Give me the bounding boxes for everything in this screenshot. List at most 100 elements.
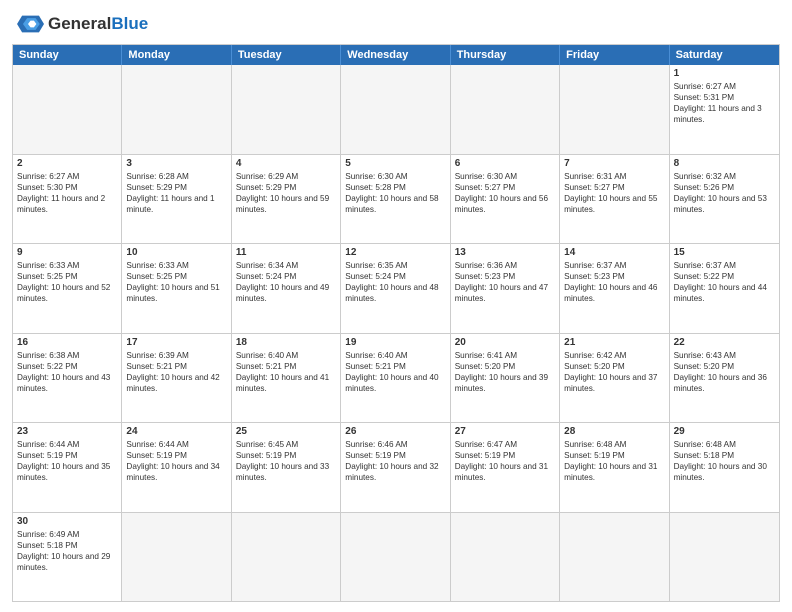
calendar-cell bbox=[341, 65, 450, 154]
header-day-saturday: Saturday bbox=[670, 45, 779, 65]
calendar-cell: 23 Sunrise: 6:44 AM Sunset: 5:19 PM Dayli… bbox=[13, 423, 122, 512]
logo-text: GeneralBlue bbox=[48, 15, 148, 34]
day-info: Sunrise: 6:35 AM Sunset: 5:24 PM Dayligh… bbox=[345, 260, 445, 304]
calendar-row-4: 23 Sunrise: 6:44 AM Sunset: 5:19 PM Dayli… bbox=[13, 423, 779, 513]
header-day-thursday: Thursday bbox=[451, 45, 560, 65]
day-number: 27 bbox=[455, 426, 555, 437]
day-number: 18 bbox=[236, 337, 336, 348]
calendar-row-0: 1Sunrise: 6:27 AM Sunset: 5:31 PM Daylig… bbox=[13, 65, 779, 155]
header-day-monday: Monday bbox=[122, 45, 231, 65]
day-number: 24 bbox=[126, 426, 226, 437]
day-info: Sunrise: 6:48 AM Sunset: 5:18 PM Dayligh… bbox=[674, 439, 775, 483]
calendar-cell: 19 Sunrise: 6:40 AM Sunset: 5:21 PM Dayli… bbox=[341, 334, 450, 423]
day-info: Sunrise: 6:40 AM Sunset: 5:21 PM Dayligh… bbox=[345, 350, 445, 394]
header: GeneralBlue bbox=[12, 10, 780, 38]
day-number: 2 bbox=[17, 158, 117, 169]
calendar-cell: 14Sunrise: 6:37 AM Sunset: 5:23 PM Dayli… bbox=[560, 244, 669, 333]
calendar-header: SundayMondayTuesdayWednesdayThursdayFrid… bbox=[13, 45, 779, 65]
calendar-cell: 1Sunrise: 6:27 AM Sunset: 5:31 PM Daylig… bbox=[670, 65, 779, 154]
calendar-cell: 10 Sunrise: 6:33 AM Sunset: 5:25 PM Dayli… bbox=[122, 244, 231, 333]
calendar-cell: 16Sunrise: 6:38 AM Sunset: 5:22 PM Dayli… bbox=[13, 334, 122, 423]
day-number: 28 bbox=[564, 426, 664, 437]
day-number: 17 bbox=[126, 337, 226, 348]
day-number: 11 bbox=[236, 247, 336, 258]
day-info: Sunrise: 6:36 AM Sunset: 5:23 PM Dayligh… bbox=[455, 260, 555, 304]
day-number: 5 bbox=[345, 158, 445, 169]
day-number: 15 bbox=[674, 247, 775, 258]
calendar-cell bbox=[451, 65, 560, 154]
calendar-cell: 18 Sunrise: 6:40 AM Sunset: 5:21 PM Dayli… bbox=[232, 334, 341, 423]
calendar-cell: 15 Sunrise: 6:37 AM Sunset: 5:22 PM Dayli… bbox=[670, 244, 779, 333]
day-number: 23 bbox=[17, 426, 117, 437]
calendar-row-2: 9Sunrise: 6:33 AM Sunset: 5:25 PM Daylig… bbox=[13, 244, 779, 334]
calendar-cell bbox=[122, 513, 231, 602]
day-number: 7 bbox=[564, 158, 664, 169]
calendar-cell: 7 Sunrise: 6:31 AM Sunset: 5:27 PM Daylig… bbox=[560, 155, 669, 244]
day-number: 21 bbox=[564, 337, 664, 348]
day-info: Sunrise: 6:44 AM Sunset: 5:19 PM Dayligh… bbox=[17, 439, 117, 483]
day-info: Sunrise: 6:30 AM Sunset: 5:27 PM Dayligh… bbox=[455, 171, 555, 215]
calendar: SundayMondayTuesdayWednesdayThursdayFrid… bbox=[12, 44, 780, 602]
day-info: Sunrise: 6:28 AM Sunset: 5:29 PM Dayligh… bbox=[126, 171, 226, 215]
day-info: Sunrise: 6:45 AM Sunset: 5:19 PM Dayligh… bbox=[236, 439, 336, 483]
day-number: 4 bbox=[236, 158, 336, 169]
header-day-wednesday: Wednesday bbox=[341, 45, 450, 65]
day-info: Sunrise: 6:33 AM Sunset: 5:25 PM Dayligh… bbox=[17, 260, 117, 304]
calendar-cell: 27 Sunrise: 6:47 AM Sunset: 5:19 PM Dayli… bbox=[451, 423, 560, 512]
calendar-cell: 12Sunrise: 6:35 AM Sunset: 5:24 PM Dayli… bbox=[341, 244, 450, 333]
day-info: Sunrise: 6:34 AM Sunset: 5:24 PM Dayligh… bbox=[236, 260, 336, 304]
day-info: Sunrise: 6:44 AM Sunset: 5:19 PM Dayligh… bbox=[126, 439, 226, 483]
page: GeneralBlue SundayMondayTuesdayWednesday… bbox=[0, 0, 792, 612]
day-info: Sunrise: 6:27 AM Sunset: 5:30 PM Dayligh… bbox=[17, 171, 117, 215]
day-number: 6 bbox=[455, 158, 555, 169]
day-number: 10 bbox=[126, 247, 226, 258]
day-number: 20 bbox=[455, 337, 555, 348]
calendar-cell: 21 Sunrise: 6:42 AM Sunset: 5:20 PM Dayli… bbox=[560, 334, 669, 423]
calendar-cell bbox=[122, 65, 231, 154]
day-info: Sunrise: 6:43 AM Sunset: 5:20 PM Dayligh… bbox=[674, 350, 775, 394]
calendar-cell: 13 Sunrise: 6:36 AM Sunset: 5:23 PM Dayli… bbox=[451, 244, 560, 333]
calendar-cell bbox=[232, 513, 341, 602]
calendar-cell: 30Sunrise: 6:49 AM Sunset: 5:18 PM Dayli… bbox=[13, 513, 122, 602]
day-info: Sunrise: 6:47 AM Sunset: 5:19 PM Dayligh… bbox=[455, 439, 555, 483]
calendar-cell: 17 Sunrise: 6:39 AM Sunset: 5:21 PM Dayli… bbox=[122, 334, 231, 423]
day-info: Sunrise: 6:46 AM Sunset: 5:19 PM Dayligh… bbox=[345, 439, 445, 483]
day-info: Sunrise: 6:40 AM Sunset: 5:21 PM Dayligh… bbox=[236, 350, 336, 394]
day-number: 13 bbox=[455, 247, 555, 258]
day-info: Sunrise: 6:31 AM Sunset: 5:27 PM Dayligh… bbox=[564, 171, 664, 215]
day-number: 25 bbox=[236, 426, 336, 437]
calendar-cell: 20 Sunrise: 6:41 AM Sunset: 5:20 PM Dayli… bbox=[451, 334, 560, 423]
logo: GeneralBlue bbox=[12, 10, 148, 38]
calendar-cell: 3 Sunrise: 6:28 AM Sunset: 5:29 PM Daylig… bbox=[122, 155, 231, 244]
calendar-cell: 5 Sunrise: 6:30 AM Sunset: 5:28 PM Daylig… bbox=[341, 155, 450, 244]
day-number: 3 bbox=[126, 158, 226, 169]
day-info: Sunrise: 6:48 AM Sunset: 5:19 PM Dayligh… bbox=[564, 439, 664, 483]
calendar-cell: 2 Sunrise: 6:27 AM Sunset: 5:30 PM Daylig… bbox=[13, 155, 122, 244]
day-info: Sunrise: 6:42 AM Sunset: 5:20 PM Dayligh… bbox=[564, 350, 664, 394]
day-info: Sunrise: 6:30 AM Sunset: 5:28 PM Dayligh… bbox=[345, 171, 445, 215]
day-info: Sunrise: 6:37 AM Sunset: 5:23 PM Dayligh… bbox=[564, 260, 664, 304]
calendar-row-3: 16Sunrise: 6:38 AM Sunset: 5:22 PM Dayli… bbox=[13, 334, 779, 424]
day-number: 1 bbox=[674, 68, 775, 79]
header-day-tuesday: Tuesday bbox=[232, 45, 341, 65]
calendar-cell bbox=[13, 65, 122, 154]
calendar-cell: 28 Sunrise: 6:48 AM Sunset: 5:19 PM Dayli… bbox=[560, 423, 669, 512]
calendar-cell: 11 Sunrise: 6:34 AM Sunset: 5:24 PM Dayli… bbox=[232, 244, 341, 333]
day-info: Sunrise: 6:33 AM Sunset: 5:25 PM Dayligh… bbox=[126, 260, 226, 304]
day-info: Sunrise: 6:37 AM Sunset: 5:22 PM Dayligh… bbox=[674, 260, 775, 304]
calendar-cell: 25 Sunrise: 6:45 AM Sunset: 5:19 PM Dayli… bbox=[232, 423, 341, 512]
calendar-cell: 29 Sunrise: 6:48 AM Sunset: 5:18 PM Dayli… bbox=[670, 423, 779, 512]
calendar-body: 1Sunrise: 6:27 AM Sunset: 5:31 PM Daylig… bbox=[13, 65, 779, 601]
calendar-row-5: 30Sunrise: 6:49 AM Sunset: 5:18 PM Dayli… bbox=[13, 513, 779, 602]
day-info: Sunrise: 6:32 AM Sunset: 5:26 PM Dayligh… bbox=[674, 171, 775, 215]
day-info: Sunrise: 6:39 AM Sunset: 5:21 PM Dayligh… bbox=[126, 350, 226, 394]
calendar-cell: 4Sunrise: 6:29 AM Sunset: 5:29 PM Daylig… bbox=[232, 155, 341, 244]
day-number: 22 bbox=[674, 337, 775, 348]
calendar-cell: 24 Sunrise: 6:44 AM Sunset: 5:19 PM Dayli… bbox=[122, 423, 231, 512]
day-info: Sunrise: 6:41 AM Sunset: 5:20 PM Dayligh… bbox=[455, 350, 555, 394]
day-number: 29 bbox=[674, 426, 775, 437]
calendar-cell: 26Sunrise: 6:46 AM Sunset: 5:19 PM Dayli… bbox=[341, 423, 450, 512]
calendar-cell bbox=[451, 513, 560, 602]
day-number: 19 bbox=[345, 337, 445, 348]
calendar-cell bbox=[670, 513, 779, 602]
